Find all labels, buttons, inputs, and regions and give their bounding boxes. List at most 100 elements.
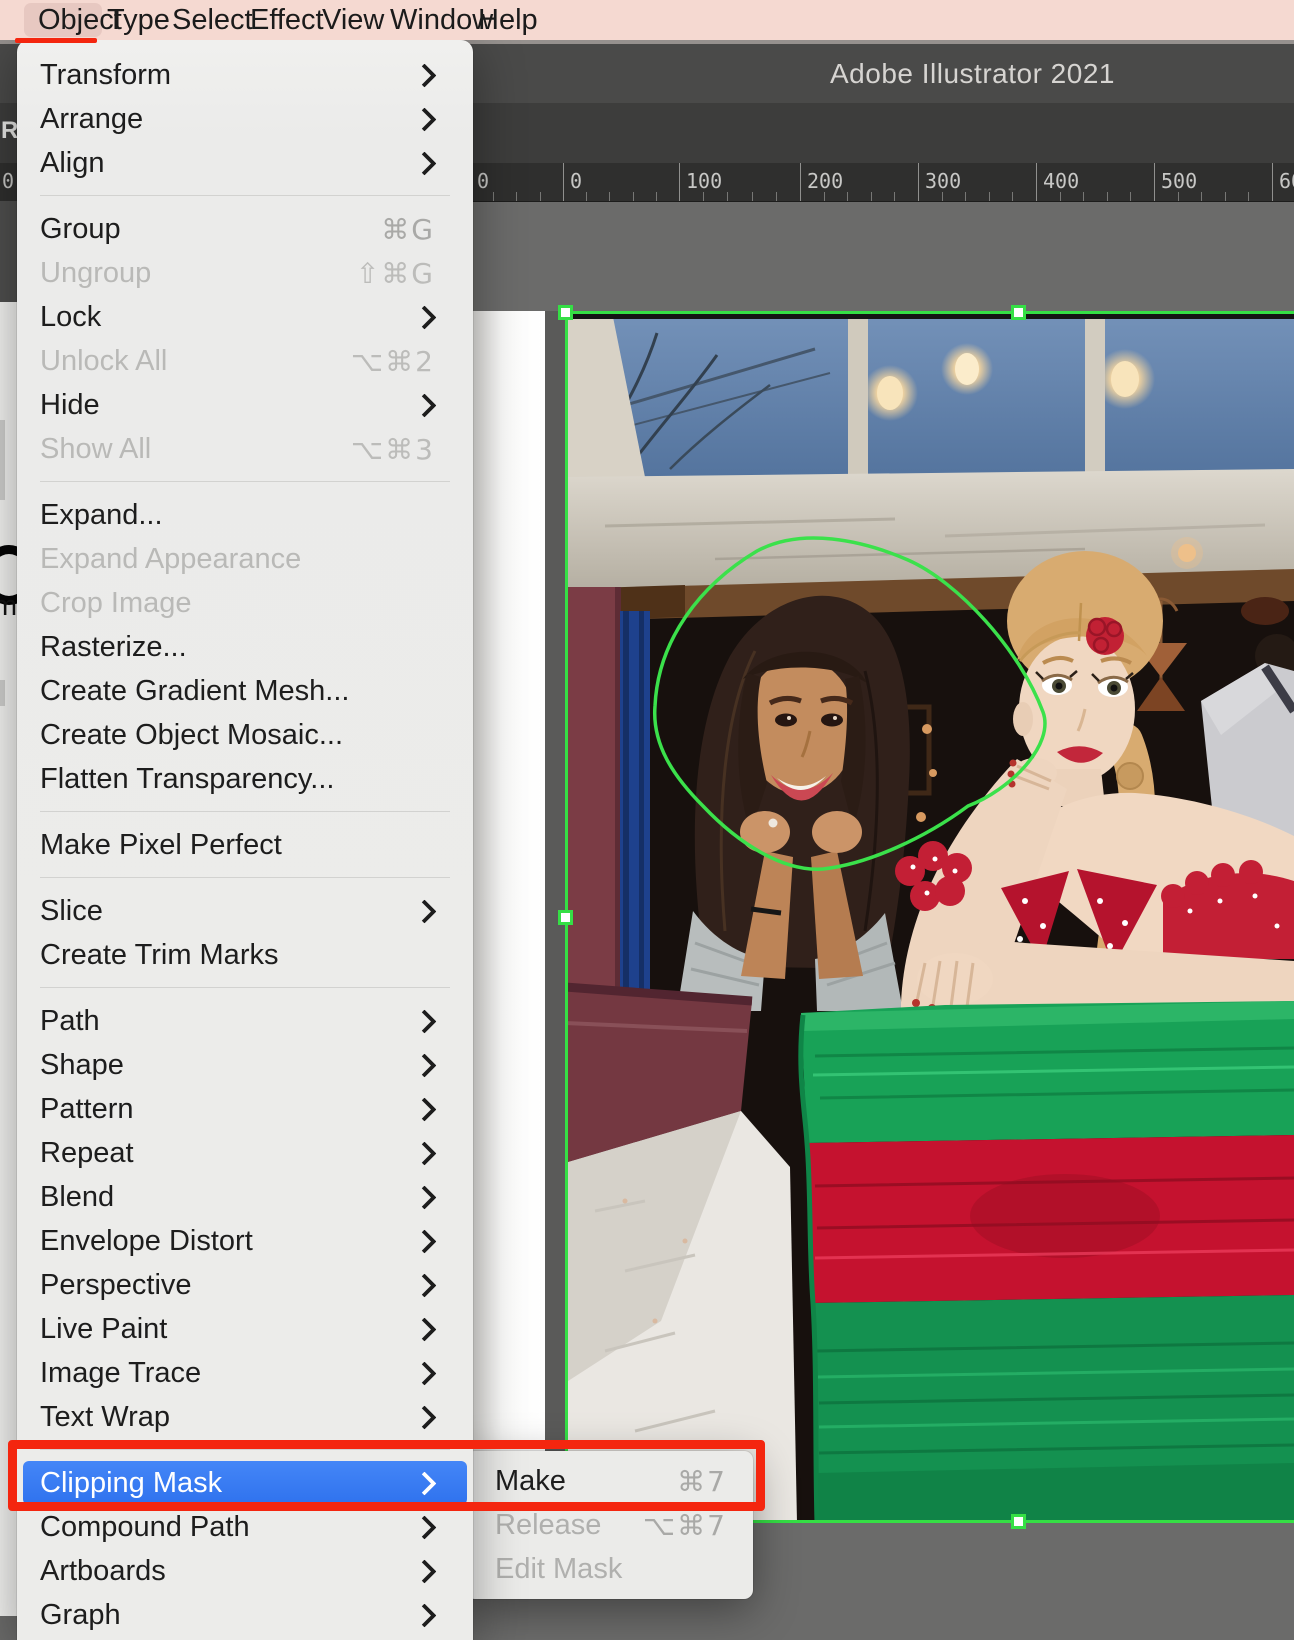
menu-item-transform[interactable]: Transform <box>17 53 473 97</box>
menu-item-hide[interactable]: Hide <box>17 383 473 427</box>
menu-item-label: Path <box>40 1005 416 1038</box>
menu-item-expand-appearance[interactable]: Expand Appearance <box>17 537 473 581</box>
menu-item-graph[interactable]: Graph <box>17 1593 473 1637</box>
ruler-minor-tick <box>1130 192 1131 201</box>
menu-item-label: Transform <box>40 59 416 92</box>
submenu-arrow-icon <box>412 393 436 417</box>
menu-item-label: Release <box>495 1509 643 1542</box>
ruler-minor-tick <box>1083 192 1084 201</box>
menu-item-release[interactable]: Release⌥⌘7 <box>466 1503 753 1547</box>
ruler-minor-tick <box>776 192 777 201</box>
ruler-edge-label: 0 <box>477 169 489 193</box>
menu-item-flatten-transparency[interactable]: Flatten Transparency... <box>17 757 473 801</box>
submenu-arrow-icon <box>412 63 436 87</box>
menu-item-make-pixel-perfect[interactable]: Make Pixel Perfect <box>17 823 473 867</box>
menubar-item-effect[interactable]: Effect <box>250 0 324 40</box>
menu-item-arrange[interactable]: Arrange <box>17 97 473 141</box>
menu-item-group[interactable]: Group⌘G <box>17 207 473 251</box>
ruler-minor-tick <box>871 192 872 201</box>
menu-item-label: Envelope Distort <box>40 1225 416 1258</box>
menu-item-slice[interactable]: Slice <box>17 889 473 933</box>
submenu-arrow-icon <box>412 1515 436 1539</box>
menu-item-rasterize[interactable]: Rasterize... <box>17 625 473 669</box>
menu-item-blend[interactable]: Blend <box>17 1175 473 1219</box>
menu-item-label: Create Gradient Mesh... <box>40 675 435 708</box>
ruler-major-tick <box>800 163 801 201</box>
menu-item-create-object-mosaic[interactable]: Create Object Mosaic... <box>17 713 473 757</box>
artboard-margin[interactable] <box>473 311 545 1523</box>
menu-item-crop-image[interactable]: Crop Image <box>17 581 473 625</box>
ruler-minor-tick <box>1178 192 1179 201</box>
ruler-minor-tick <box>1107 192 1108 201</box>
window-title: Adobe Illustrator 2021 <box>830 58 1115 90</box>
selection-handle-left-middle[interactable] <box>558 910 573 925</box>
menu-item-label: Repeat <box>40 1137 416 1170</box>
ruler-minor-tick <box>540 192 541 201</box>
menu-item-lock[interactable]: Lock <box>17 295 473 339</box>
menu-item-image-trace[interactable]: Image Trace <box>17 1351 473 1395</box>
submenu-arrow-icon <box>412 1097 436 1121</box>
menu-item-label: Align <box>40 147 416 180</box>
object-menu-panel: Transform Arrange Align Group⌘GUngroup⇧⌘G Lo… <box>17 40 473 1640</box>
menu-item-path[interactable]: Path <box>17 999 473 1043</box>
menu-item-make[interactable]: Make⌘7 <box>466 1459 753 1503</box>
menu-item-label: Artboards <box>40 1555 416 1588</box>
menu-item-label: Make <box>495 1465 677 1498</box>
submenu-arrow-icon <box>412 1229 436 1253</box>
ruler-minor-tick <box>989 192 990 201</box>
menu-item-envelope-distort[interactable]: Envelope Distort <box>17 1219 473 1263</box>
menu-item-clipping-mask[interactable]: Clipping Mask <box>23 1461 467 1505</box>
menu-item-label: Expand... <box>40 499 435 532</box>
menu-item-edit-mask[interactable]: Edit Mask <box>466 1547 753 1591</box>
menu-divider <box>40 481 450 482</box>
menu-item-label: Perspective <box>40 1269 416 1302</box>
menu-item-ungroup[interactable]: Ungroup⇧⌘G <box>17 251 473 295</box>
menubar-item-select[interactable]: Select <box>172 0 253 40</box>
menu-item-create-gradient-mesh[interactable]: Create Gradient Mesh... <box>17 669 473 713</box>
submenu-arrow-icon <box>412 1141 436 1165</box>
submenu-arrow-icon <box>412 1185 436 1209</box>
menu-item-perspective[interactable]: Perspective <box>17 1263 473 1307</box>
selection-handle-bottom-center[interactable] <box>1011 1514 1026 1529</box>
menu-item-shortcut: ⌥⌘2 <box>351 345 435 378</box>
ruler-major-tick <box>918 163 919 201</box>
ruler-minor-tick <box>1060 192 1061 201</box>
menu-item-unlock-all[interactable]: Unlock All⌥⌘2 <box>17 339 473 383</box>
menu-item-expand[interactable]: Expand... <box>17 493 473 537</box>
document-tab-fragment: R <box>1 117 18 145</box>
menubar-item-view[interactable]: View <box>322 0 384 40</box>
menu-item-label: Create Trim Marks <box>40 939 435 972</box>
menu-divider <box>40 195 450 196</box>
menu-item-label: Compound Path <box>40 1511 416 1544</box>
menu-item-label: Make Pixel Perfect <box>40 829 435 862</box>
menu-item-artboards[interactable]: Artboards <box>17 1549 473 1593</box>
submenu-arrow-icon <box>412 305 436 329</box>
menubar-item-type[interactable]: Type <box>107 0 170 40</box>
menu-item-repeat[interactable]: Repeat <box>17 1131 473 1175</box>
photo-canvas[interactable] <box>565 311 1294 1523</box>
menu-item-label: Text Wrap <box>40 1401 416 1434</box>
menubar-item-help[interactable]: Help <box>478 0 538 40</box>
left-panel-fragment <box>0 201 17 302</box>
menu-item-show-all[interactable]: Show All⌥⌘3 <box>17 427 473 471</box>
menu-item-text-wrap[interactable]: Text Wrap <box>17 1395 473 1439</box>
selection-edge-top[interactable] <box>565 311 1294 314</box>
submenu-arrow-icon <box>412 1471 436 1495</box>
menu-item-compound-path[interactable]: Compound Path <box>17 1505 473 1549</box>
menu-item-label: Lock <box>40 301 416 334</box>
selection-handle-top-center[interactable] <box>1011 305 1026 320</box>
ruler-label: 200 <box>807 169 843 193</box>
menu-item-label: Rasterize... <box>40 631 435 664</box>
menu-item-shape[interactable]: Shape <box>17 1043 473 1087</box>
menu-item-label: Arrange <box>40 103 416 136</box>
ruler-corner-label: 0 <box>2 169 14 193</box>
selection-handle-top-left[interactable] <box>558 305 573 320</box>
menu-item-create-trim-marks[interactable]: Create Trim Marks <box>17 933 473 977</box>
clipping-mask-submenu: Make⌘7Release⌥⌘7Edit Mask <box>466 1451 753 1599</box>
menu-item-pattern[interactable]: Pattern <box>17 1087 473 1131</box>
menu-item-shortcut: ⌘G <box>381 213 435 246</box>
menu-item-label: Clipping Mask <box>40 1467 416 1500</box>
menu-item-align[interactable]: Align <box>17 141 473 185</box>
ruler-minor-tick <box>824 192 825 201</box>
menu-item-live-paint[interactable]: Live Paint <box>17 1307 473 1351</box>
